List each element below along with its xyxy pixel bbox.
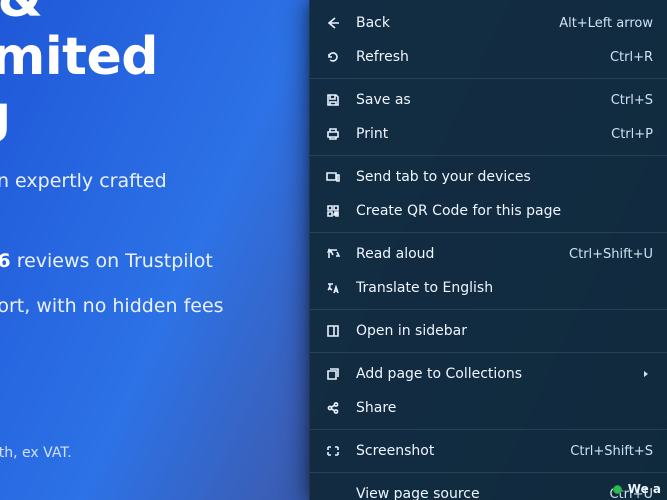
menu-item-label: Screenshot [356, 443, 548, 459]
menu-item-shortcut: Alt+Left arrow [559, 16, 653, 31]
headline-line: re & [0, 0, 42, 29]
translate-icon [324, 279, 342, 297]
menu-item-add-page-to-collections[interactable]: Add page to Collections [310, 357, 667, 391]
menu-item-send-tab-to-your-devices[interactable]: Send tab to your devices [310, 160, 667, 194]
hero-subline: erience in expertly crafted [0, 170, 167, 192]
headline-line: ing [0, 85, 11, 145]
save-icon [324, 91, 342, 109]
menu-separator [310, 155, 667, 156]
print-icon [324, 125, 342, 143]
menu-item-shortcut: Ctrl+Shift+S [570, 444, 653, 459]
menu-separator [310, 472, 667, 473]
share-icon [324, 399, 342, 417]
menu-item-shortcut: Ctrl+S [611, 93, 653, 108]
menu-item-back[interactable]: Back Alt+Left arrow [310, 6, 667, 40]
price-note: per month, ex VAT. [0, 445, 72, 461]
menu-item-label: Translate to English [356, 280, 653, 296]
menu-item-read-aloud[interactable]: Read aloud Ctrl+Shift+U [310, 237, 667, 271]
menu-item-label: View page source [356, 486, 587, 500]
menu-separator [310, 352, 667, 353]
blank-icon [324, 485, 342, 500]
menu-item-shortcut: Ctrl+R [610, 50, 653, 65]
menu-separator [310, 429, 667, 430]
read-aloud-icon [324, 245, 342, 263]
screenshot-icon [324, 442, 342, 460]
menu-item-label: Share [356, 400, 653, 416]
qr-icon [324, 202, 342, 220]
back-icon [324, 14, 342, 32]
hero-content: re &nlimiteding erience in expertly craf… [0, 0, 310, 500]
collections-icon [324, 365, 342, 383]
headline: re &nlimiteding [0, 0, 158, 145]
reviews-count: 3,826 [0, 250, 11, 272]
menu-item-create-qr-code-for-this-page[interactable]: Create QR Code for this page [310, 194, 667, 228]
menu-item-open-in-sidebar[interactable]: Open in sidebar [310, 314, 667, 348]
menu-item-label: Read aloud [356, 246, 547, 262]
reviews-suffix: reviews on Trustpilot [11, 250, 213, 272]
status-text: We a [628, 482, 661, 496]
menu-item-label: Send tab to your devices [356, 169, 653, 185]
chevron-right-icon [639, 369, 653, 379]
status-dot-icon [613, 485, 622, 494]
context-menu: Back Alt+Left arrow Refresh Ctrl+R Save as Ct… [309, 0, 667, 500]
menu-item-print[interactable]: Print Ctrl+P [310, 117, 667, 151]
refresh-icon [324, 48, 342, 66]
menu-item-label: Create QR Code for this page [356, 203, 653, 219]
support-line: rt support, with no hidden fees [0, 295, 224, 317]
menu-item-shortcut: Ctrl+P [611, 127, 653, 142]
status-indicator: We a [613, 482, 661, 496]
menu-item-refresh[interactable]: Refresh Ctrl+R [310, 40, 667, 74]
menu-separator [310, 309, 667, 310]
menu-item-label: Save as [356, 92, 589, 108]
menu-item-save-as[interactable]: Save as Ctrl+S [310, 83, 667, 117]
menu-item-label: Back [356, 15, 537, 31]
menu-item-label: Add page to Collections [356, 366, 625, 382]
menu-item-shortcut: Ctrl+Shift+U [569, 247, 653, 262]
menu-separator [310, 232, 667, 233]
menu-separator [310, 78, 667, 79]
menu-item-translate-to-english[interactable]: Translate to English [310, 271, 667, 305]
reviews-line: er 3,826 reviews on Trustpilot [0, 250, 213, 272]
menu-item-label: Open in sidebar [356, 323, 653, 339]
menu-item-share[interactable]: Share [310, 391, 667, 425]
sidebar-icon [324, 322, 342, 340]
menu-item-label: Refresh [356, 49, 588, 65]
menu-item-label: Print [356, 126, 589, 142]
menu-item-screenshot[interactable]: Screenshot Ctrl+Shift+S [310, 434, 667, 468]
headline-line: nlimited [0, 27, 158, 87]
devices-icon [324, 168, 342, 186]
